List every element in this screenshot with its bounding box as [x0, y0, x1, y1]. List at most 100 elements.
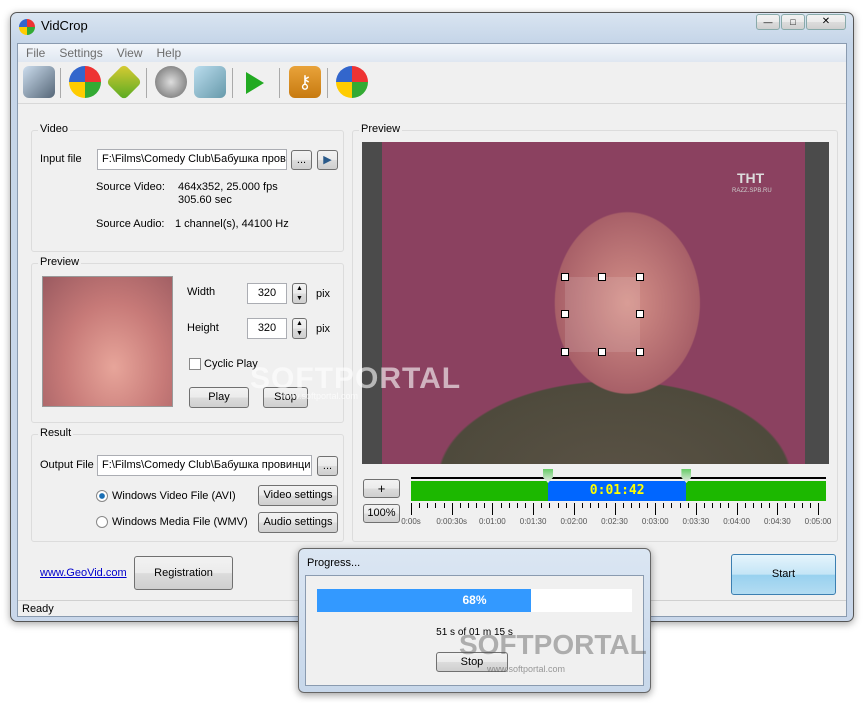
cyclic-play-checkbox[interactable]	[189, 358, 201, 370]
ruler-tick	[467, 503, 469, 508]
ruler-tick	[476, 503, 478, 508]
browse-input-button[interactable]: ...	[291, 150, 312, 170]
minimize-button[interactable]: —	[756, 14, 780, 30]
ruler-tick	[655, 503, 657, 515]
ruler-tick	[671, 503, 673, 508]
ruler-tick	[443, 503, 445, 508]
ruler-label: 0:02:30	[601, 517, 628, 526]
menu-file[interactable]: File	[26, 46, 45, 60]
registration-button[interactable]: Registration	[134, 556, 233, 590]
close-button[interactable]: ✕	[806, 14, 846, 30]
film-icon[interactable]	[105, 63, 143, 101]
ruler-tick	[427, 503, 429, 508]
media-player-icon[interactable]	[69, 66, 101, 98]
ruler-tick	[761, 503, 763, 508]
crop-handle[interactable]	[636, 273, 644, 281]
crop-rectangle[interactable]	[561, 273, 644, 356]
crop-handle[interactable]	[636, 348, 644, 356]
video-group: Video Input file F:\Films\Comedy Club\Ба…	[31, 123, 344, 252]
ruler-tick	[769, 503, 771, 508]
source-video-duration: 305.60 sec	[178, 194, 232, 206]
avi-label: Windows Video File (AVI)	[112, 490, 236, 502]
ruler-tick	[598, 503, 600, 508]
crop-handle[interactable]	[636, 310, 644, 318]
maximize-button[interactable]: □	[781, 14, 805, 30]
ruler-label: 0:04:00	[723, 517, 750, 526]
ruler-tick	[728, 503, 730, 508]
watermark: SOFTPORTAL	[459, 629, 647, 660]
main-window: VidCrop — □ ✕ File Settings View Help ⚷ Vid…	[10, 12, 854, 622]
crop-icon[interactable]	[336, 66, 368, 98]
crop-handle[interactable]	[561, 273, 569, 281]
video-preview-title: Preview	[359, 123, 403, 135]
ruler-tick	[777, 503, 779, 515]
ruler-tick	[516, 503, 518, 508]
wmv-radio[interactable]	[96, 516, 108, 528]
ruler-tick	[533, 503, 535, 515]
menu-help[interactable]: Help	[157, 46, 182, 60]
ruler-tick	[647, 503, 649, 508]
avi-radio[interactable]	[96, 490, 108, 502]
toolbar: ⚷	[18, 62, 846, 104]
output-file-field[interactable]: F:\Films\Comedy Club\Бабушка провинциаль…	[97, 455, 312, 476]
zoom-in-button[interactable]: +	[363, 479, 400, 498]
ruler-tick	[818, 503, 819, 515]
preview-play-button[interactable]: Play	[189, 387, 249, 408]
input-file-field[interactable]: F:\Films\Comedy Club\Бабушка провинциаль…	[97, 149, 287, 170]
geovid-link[interactable]: www.GeoVid.com	[40, 567, 127, 579]
audio-icon[interactable]	[155, 66, 187, 98]
open-video-icon[interactable]	[23, 66, 55, 98]
ruler-label: 0:01:00	[479, 517, 506, 526]
width-spinner[interactable]: ▲ ▼	[292, 283, 307, 304]
watermark-url: www.softportal.com	[487, 664, 566, 674]
key-icon[interactable]: ⚷	[289, 66, 321, 98]
start-button[interactable]: Start	[731, 554, 836, 595]
channel-logo-sub: RAZZ.SPB.RU	[732, 188, 772, 194]
ruler-tick	[752, 503, 754, 508]
menu-view[interactable]: View	[117, 46, 143, 60]
crop-handle[interactable]	[561, 348, 569, 356]
ruler-tick	[573, 503, 575, 515]
ruler-tick	[451, 503, 453, 515]
ruler-tick	[720, 503, 722, 508]
source-video-label: Source Video:	[96, 181, 165, 193]
source-audio-info: 1 channel(s), 44100 Hz	[175, 218, 289, 230]
result-group-title: Result	[38, 427, 74, 439]
timeline[interactable]: 0:01:42 0:00s 0:00:30s 0:01:00 0:01:30 0:02:…	[401, 467, 831, 527]
crop-handle[interactable]	[598, 348, 606, 356]
video-settings-button[interactable]: Video settings	[258, 485, 338, 506]
ruler-tick	[524, 503, 526, 508]
app-icon	[19, 19, 35, 35]
ruler-tick	[809, 503, 811, 508]
play-icon[interactable]	[246, 72, 264, 94]
ruler-tick	[500, 503, 502, 508]
width-input[interactable]: 320	[247, 283, 287, 304]
progress-dialog-title: Progress...	[307, 557, 361, 569]
browse-output-button[interactable]: ...	[317, 456, 338, 476]
height-input[interactable]: 320	[247, 318, 287, 339]
ruler-tick	[744, 503, 746, 508]
zoom-reset-button[interactable]: 100%	[363, 504, 400, 523]
watermark-url: www.softportal.com	[280, 391, 359, 401]
video-preview-group: Preview ТНТ RAZZ.SPB.RU + 100% 0:01:42 0…	[352, 123, 838, 542]
ruler-label: 0:02:00	[560, 517, 588, 526]
timeline-ruler: 0:00s 0:00:30s 0:01:00 0:01:30 0:02:00 0:02:3…	[401, 503, 831, 527]
menu-settings[interactable]: Settings	[59, 46, 102, 60]
ruler-tick	[435, 503, 437, 508]
play-input-button[interactable]: ▶	[317, 150, 338, 170]
ruler-tick	[606, 503, 608, 508]
timeline-selection[interactable]: 0:01:42	[548, 481, 687, 501]
audio-settings-button[interactable]: Audio settings	[258, 512, 338, 533]
ruler-tick	[508, 503, 510, 508]
ruler-label: 0:00s	[401, 517, 421, 526]
ruler-tick	[630, 503, 632, 508]
display-settings-icon[interactable]	[194, 66, 226, 98]
video-group-title: Video	[38, 123, 70, 135]
crop-handle[interactable]	[598, 273, 606, 281]
height-spinner[interactable]: ▲ ▼	[292, 318, 307, 339]
ruler-tick	[712, 503, 714, 508]
ruler-tick	[565, 503, 567, 508]
ruler-tick	[793, 503, 795, 508]
crop-handle[interactable]	[561, 310, 569, 318]
wmv-label: Windows Media File (WMV)	[112, 516, 248, 528]
